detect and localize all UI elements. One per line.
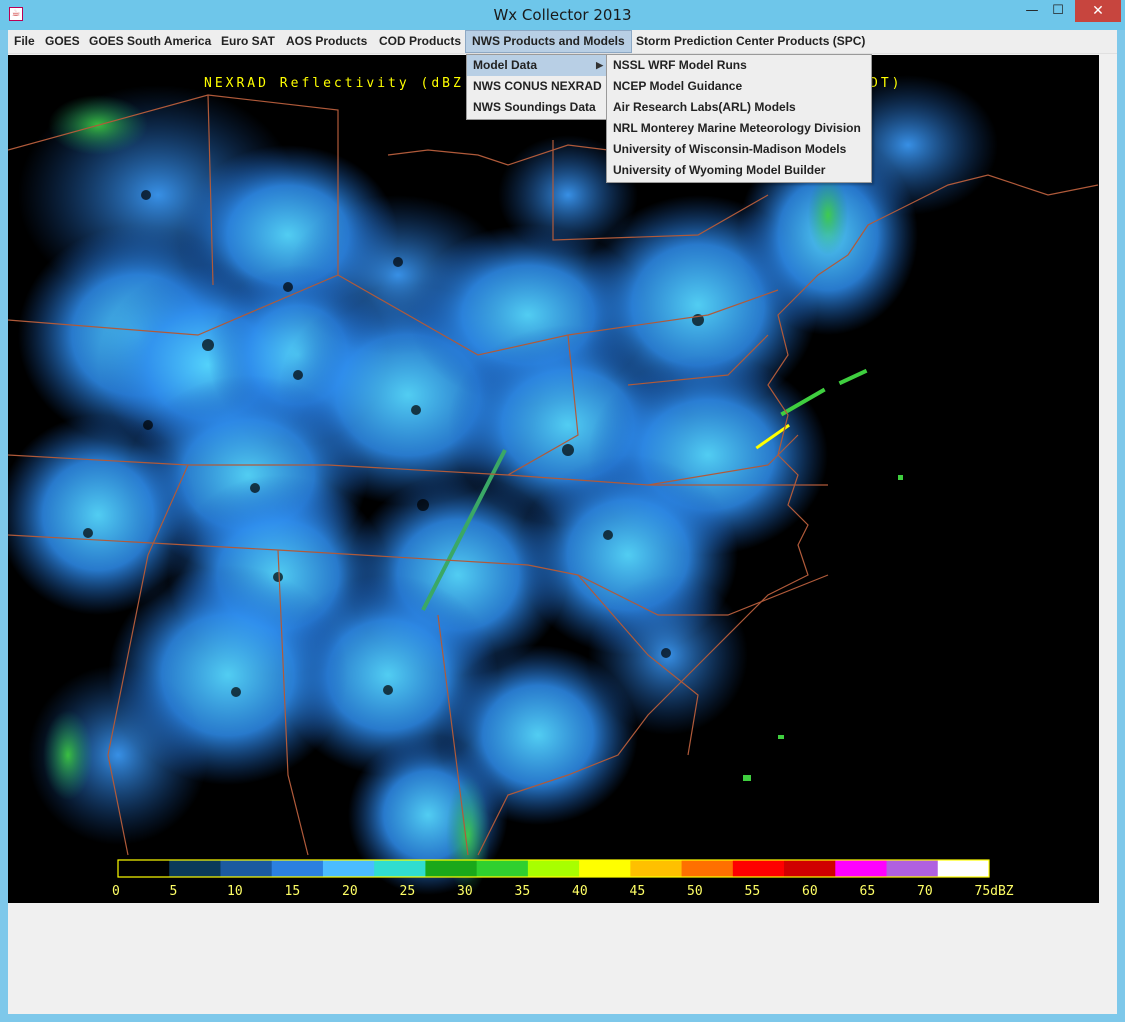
- menu-item-label: Model Data: [473, 58, 538, 72]
- window-title: Wx Collector 2013: [493, 6, 632, 24]
- dbz-scale-label: 40: [572, 884, 588, 899]
- dbz-scale-label: 25: [400, 884, 416, 899]
- menu-euro-sat[interactable]: Euro SAT: [215, 30, 281, 53]
- client-area: File GOES GOES South America Euro SAT AO…: [8, 30, 1117, 1014]
- menu-item-nws-soundings-data[interactable]: NWS Soundings Data: [467, 97, 607, 118]
- minimize-button[interactable]: —: [1019, 0, 1045, 22]
- dbz-scale-label: 45: [630, 884, 646, 899]
- dbz-color-swatch: [271, 860, 324, 877]
- menu-item-uw-wyoming[interactable]: University of Wyoming Model Builder: [607, 160, 871, 181]
- nws-products-menu: Model Data ▶ NWS CONUS NEXRAD NWS Soundi…: [466, 54, 608, 120]
- dbz-scale-label: 5: [170, 884, 178, 899]
- dbz-scale-label: 50: [687, 884, 703, 899]
- dbz-scale-label: 30: [457, 884, 473, 899]
- menu-item-nrl-monterey[interactable]: NRL Monterey Marine Meteorology Division: [607, 118, 871, 139]
- menu-spc-products[interactable]: Storm Prediction Center Products (SPC): [630, 30, 871, 53]
- menu-aos-products[interactable]: AOS Products: [280, 30, 373, 53]
- dbz-color-swatch: [220, 860, 273, 877]
- radar-map-view[interactable]: NEXRAD Reflectivity (dBZ) DT) 0 5 10 15 20 25…: [8, 55, 1099, 903]
- radar-header-right: DT): [870, 76, 902, 91]
- dbz-scale-label: 20: [342, 884, 358, 899]
- title-bar[interactable]: ☕ Wx Collector 2013 — ☐ ✕: [0, 0, 1125, 30]
- close-button[interactable]: ✕: [1075, 0, 1121, 22]
- app-window: ☕ Wx Collector 2013 — ☐ ✕ File GOES GOES…: [0, 0, 1125, 1022]
- dbz-color-swatch: [681, 860, 734, 877]
- menu-item-arl-models[interactable]: Air Research Labs(ARL) Models: [607, 97, 871, 118]
- dbz-color-swatch: [425, 860, 478, 877]
- dbz-scale-label: 0: [112, 884, 120, 899]
- dbz-scale-label: 55: [745, 884, 761, 899]
- dbz-color-swatch: [118, 860, 170, 877]
- dbz-color-swatch: [886, 860, 939, 877]
- bottom-panel: [8, 903, 1117, 1014]
- dbz-color-swatch: [732, 860, 785, 877]
- menu-bar: File GOES GOES South America Euro SAT AO…: [8, 30, 1117, 54]
- dbz-color-swatch: [630, 860, 683, 877]
- menu-cod-products[interactable]: COD Products: [373, 30, 467, 53]
- dbz-scale-label: 15: [285, 884, 301, 899]
- menu-nws-products-and-models[interactable]: NWS Products and Models: [465, 30, 632, 53]
- dbz-color-swatch: [322, 860, 375, 877]
- dbz-scale-label: 65: [860, 884, 876, 899]
- dbz-color-bar: [118, 860, 990, 877]
- menu-item-nws-conus-nexrad[interactable]: NWS CONUS NEXRAD: [467, 76, 607, 97]
- dbz-scale-label: 35: [515, 884, 531, 899]
- dbz-color-swatch: [579, 860, 631, 877]
- dbz-scale-label: 10: [227, 884, 243, 899]
- dbz-color-swatch: [527, 860, 580, 877]
- dbz-color-swatch: [169, 860, 221, 877]
- menu-goes[interactable]: GOES: [39, 30, 86, 53]
- menu-item-ncep-guidance[interactable]: NCEP Model Guidance: [607, 76, 871, 97]
- dbz-color-swatch: [835, 860, 888, 877]
- model-data-submenu: NSSL WRF Model Runs NCEP Model Guidance …: [606, 54, 872, 183]
- radar-map-graphic: NEXRAD Reflectivity (dBZ) DT) 0 5 10 15 20 25…: [8, 55, 1099, 903]
- dbz-scale-label: 70: [917, 884, 933, 899]
- menu-goes-south-america[interactable]: GOES South America: [83, 30, 217, 53]
- menu-item-uw-madison[interactable]: University of Wisconsin-Madison Models: [607, 139, 871, 160]
- dbz-color-swatch: [374, 860, 426, 877]
- maximize-button[interactable]: ☐: [1045, 0, 1071, 22]
- dbz-color-swatch: [476, 860, 529, 877]
- menu-item-model-data[interactable]: Model Data ▶: [467, 55, 607, 76]
- dbz-color-swatch: [937, 860, 990, 877]
- menu-item-nssl-wrf[interactable]: NSSL WRF Model Runs: [607, 55, 871, 76]
- dbz-scale-label: 60: [802, 884, 818, 899]
- menu-file[interactable]: File: [8, 30, 41, 53]
- dbz-scale-label: 75dBZ: [975, 884, 1014, 899]
- radar-header-left: NEXRAD Reflectivity (dBZ): [204, 76, 475, 91]
- submenu-arrow-icon: ▶: [596, 60, 603, 70]
- dbz-color-swatch: [784, 860, 836, 877]
